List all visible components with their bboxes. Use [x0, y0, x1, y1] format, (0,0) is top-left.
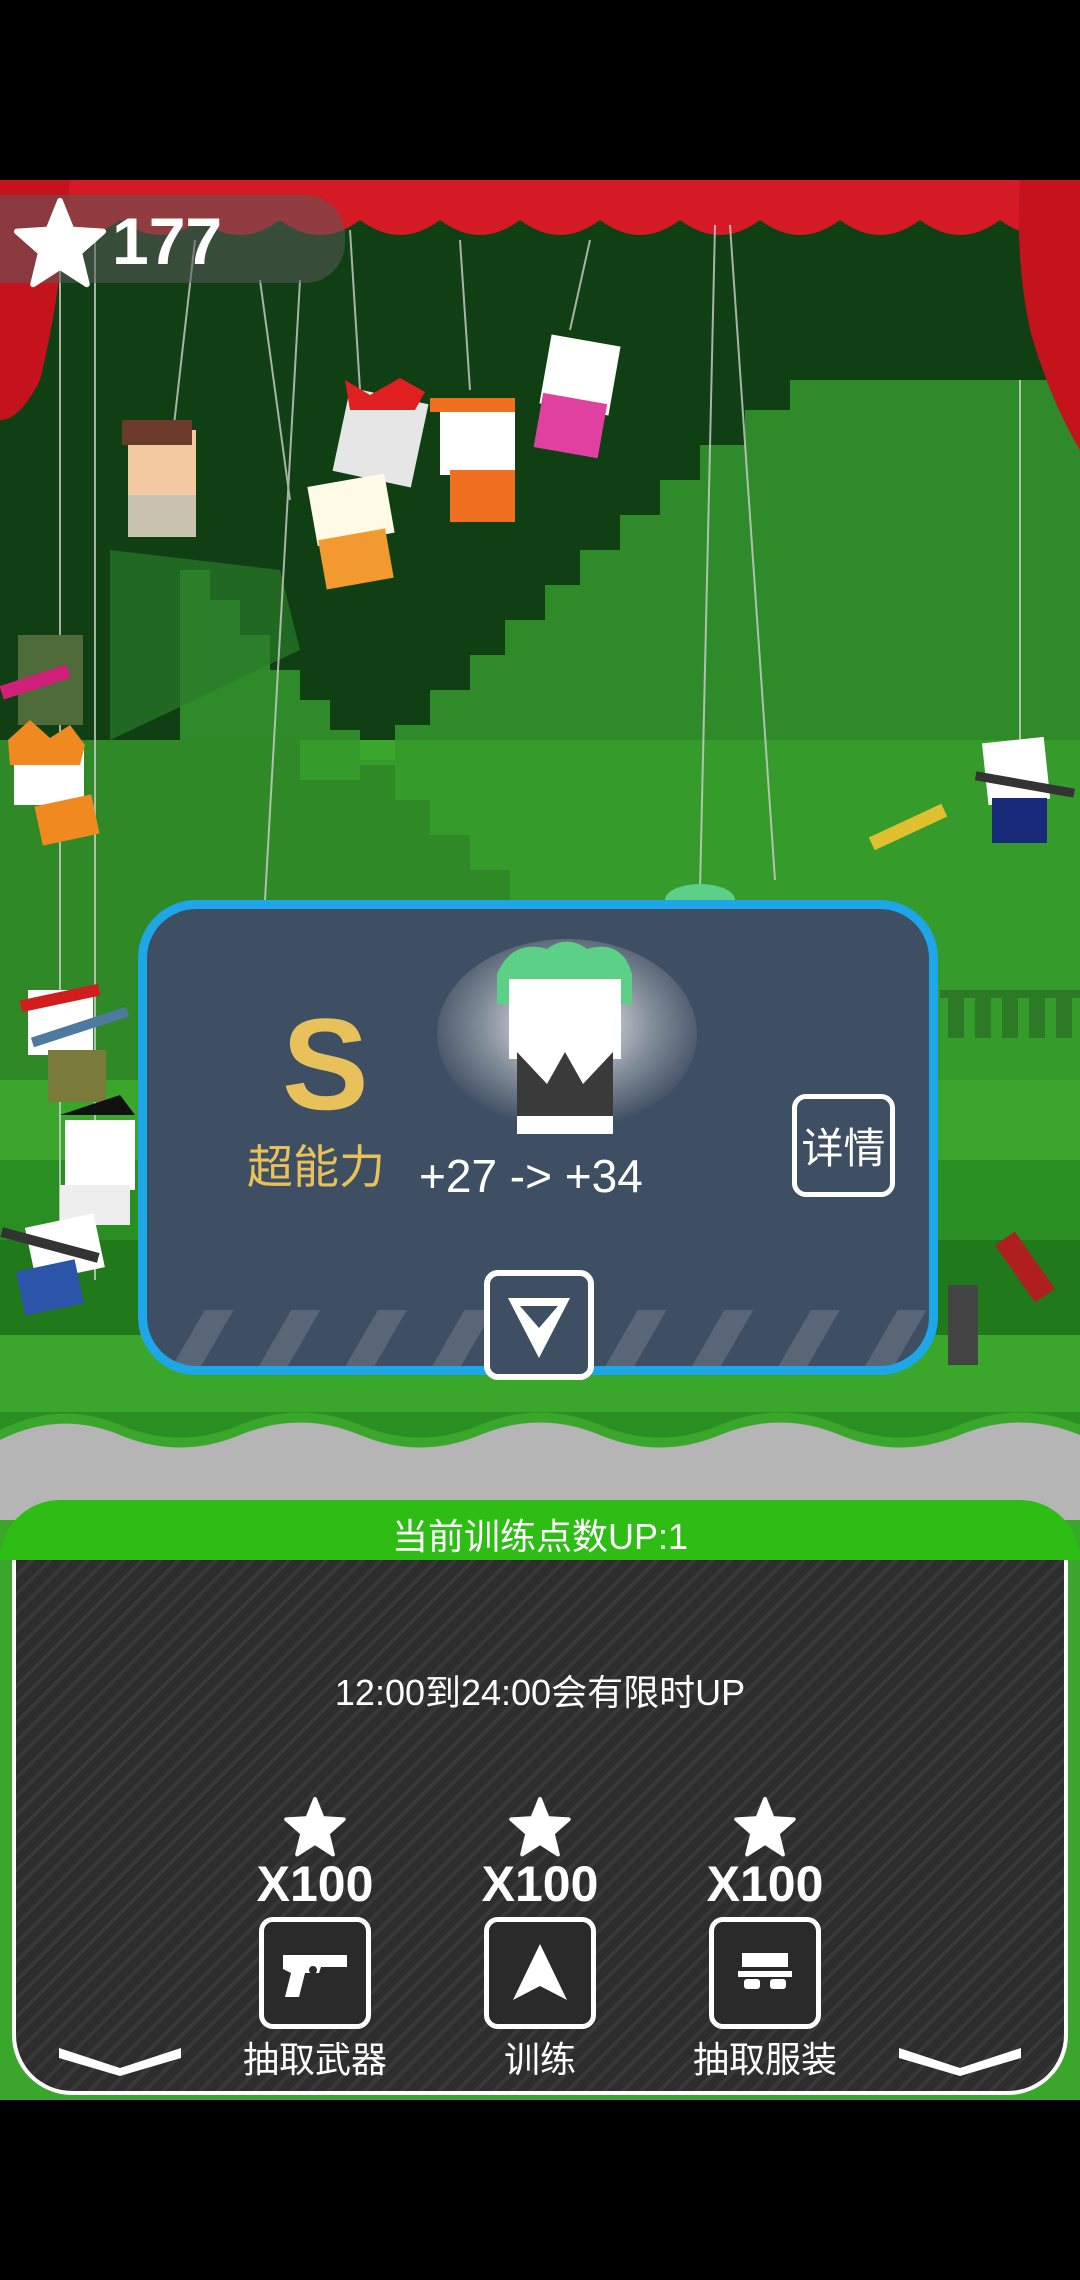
arrow-up-icon — [513, 1944, 567, 2000]
draw-outfit-button[interactable] — [709, 1917, 821, 2029]
attribute-name: 超能力 — [247, 1141, 385, 1193]
star-counter: 177 — [0, 195, 345, 288]
triangle-down-icon — [508, 1298, 570, 1358]
star-icon — [13, 197, 107, 288]
draw-weapon-label: 抽取武器 — [242, 2039, 387, 2080]
details-button[interactable]: 详情 — [792, 1094, 895, 1197]
draw-outfit-item: X100 抽取服装 — [665, 1795, 865, 2083]
star-count: 177 — [112, 204, 223, 278]
train-label: 训练 — [503, 2039, 576, 2080]
draw-weapon-cost: X100 — [256, 1856, 374, 1912]
revolver-icon — [283, 1955, 347, 1997]
star-icon — [509, 1796, 571, 1857]
train-button[interactable] — [484, 1917, 596, 2029]
right-chevron-icon[interactable] — [895, 2038, 1025, 2078]
draw-weapon-item: X100 抽取武器 — [215, 1795, 415, 2083]
stat-change: +27 -> +34 — [419, 1150, 643, 1202]
training-banner: 当前训练点数UP:1 — [0, 1500, 1080, 1560]
left-chevron-icon[interactable] — [55, 2038, 185, 2078]
draw-weapon-button[interactable] — [259, 1917, 371, 2029]
draw-outfit-label: 抽取服装 — [692, 2039, 837, 2080]
outfit-icon — [738, 1953, 792, 1989]
character-preview — [437, 939, 697, 1134]
train-cost: X100 — [481, 1856, 599, 1912]
limited-time-notice: 12:00到24:00会有限时UP — [334, 1672, 746, 1713]
star-icon — [734, 1796, 796, 1857]
star-icon — [284, 1796, 346, 1857]
train-item: X100 训练 — [440, 1795, 640, 2083]
collapse-button[interactable] — [484, 1270, 594, 1380]
grade-letter: S — [282, 991, 369, 1137]
training-banner-text: 当前训练点数UP:1 — [391, 1516, 689, 1557]
draw-outfit-cost: X100 — [706, 1856, 824, 1912]
